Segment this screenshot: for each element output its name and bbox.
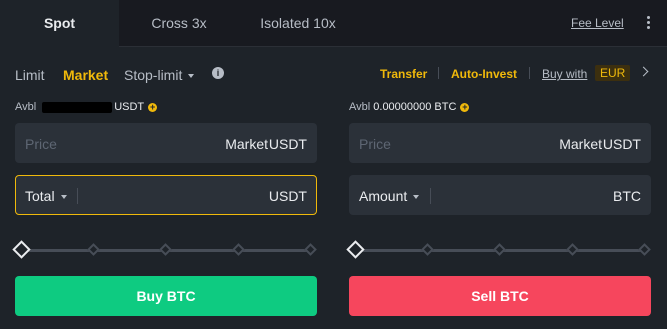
slider-handle[interactable] [346, 240, 365, 259]
add-funds-icon[interactable]: + [148, 102, 158, 112]
price-value: Market [559, 136, 602, 152]
tab-isolated-10x[interactable]: Isolated 10x [240, 0, 356, 47]
sell-available-balance: Avbl 0.00000000 BTC + [349, 101, 470, 113]
more-vertical-icon[interactable] [643, 14, 653, 32]
amount-selector[interactable]: Amount [359, 188, 420, 204]
slider-mark-25[interactable] [87, 243, 100, 256]
auto-invest-link[interactable]: Auto-Invest [451, 67, 517, 81]
buy-price-field[interactable]: Price Market USDT [15, 123, 317, 163]
fee-level-link[interactable]: Fee Level [571, 16, 624, 30]
buy-available-balance: Avbl USDT + [15, 101, 158, 113]
price-unit: USDT [602, 136, 641, 152]
avbl-label: Avbl [349, 101, 371, 113]
amount-unit: BTC [613, 188, 641, 204]
avbl-unit: USDT [114, 101, 145, 113]
transfer-link[interactable]: Transfer [380, 67, 427, 81]
caret-down-icon [60, 195, 67, 200]
slider-mark-50[interactable] [493, 243, 506, 256]
sell-button[interactable]: Sell BTC [349, 276, 651, 316]
slider-mark-100[interactable] [304, 243, 317, 256]
tab-spot[interactable]: Spot [0, 0, 119, 47]
divider [430, 188, 431, 204]
caret-down-icon [188, 74, 195, 79]
slider-handle[interactable] [12, 240, 31, 259]
tab-cross-3x[interactable]: Cross 3x [126, 0, 232, 47]
divider [438, 67, 439, 79]
total-unit: USDT [268, 188, 307, 204]
redacted-balance [42, 101, 113, 113]
avbl-label: Avbl [15, 101, 37, 113]
sell-price-field[interactable]: Price Market USDT [349, 123, 651, 163]
price-placeholder: Price [25, 136, 57, 152]
slider-mark-75[interactable] [232, 243, 245, 256]
order-type-market[interactable]: Market [63, 67, 108, 83]
sell-amount-field[interactable]: Amount BTC [349, 175, 651, 215]
caret-down-icon [413, 195, 420, 200]
order-type-stop-limit-label: Stop-limit [124, 67, 183, 83]
add-funds-icon[interactable]: + [460, 102, 470, 112]
info-icon[interactable]: i [212, 67, 224, 79]
slider-mark-50[interactable] [159, 243, 172, 256]
sell-percent-slider[interactable] [346, 240, 651, 259]
total-label: Total [25, 188, 55, 204]
order-type-stop-limit[interactable]: Stop-limit [124, 67, 195, 83]
total-selector[interactable]: Total [25, 188, 67, 204]
price-value: Market [225, 136, 268, 152]
price-unit: USDT [268, 136, 307, 152]
slider-mark-25[interactable] [421, 243, 434, 256]
buy-percent-slider[interactable] [12, 240, 317, 259]
amount-label: Amount [359, 188, 408, 204]
slider-mark-75[interactable] [566, 243, 579, 256]
price-placeholder: Price [359, 136, 391, 152]
buy-button[interactable]: Buy BTC [15, 276, 317, 316]
divider [529, 67, 530, 79]
order-type-limit[interactable]: Limit [15, 67, 45, 83]
slider-mark-100[interactable] [638, 243, 651, 256]
currency-badge[interactable]: EUR [595, 65, 631, 81]
buy-with-link[interactable]: Buy with [542, 67, 587, 81]
order-panel-tabs: Spot Cross 3x Isolated 10x Fee Level [0, 0, 667, 47]
divider [77, 188, 78, 204]
buy-total-field[interactable]: Total USDT [15, 175, 317, 215]
avbl-value: 0.00000000 BTC [373, 101, 457, 113]
